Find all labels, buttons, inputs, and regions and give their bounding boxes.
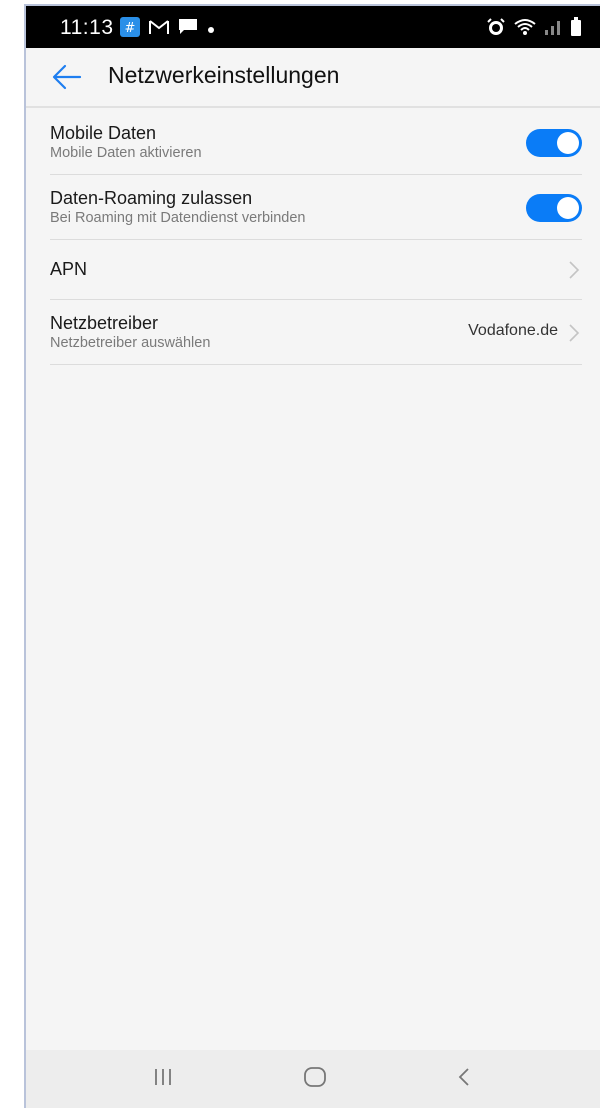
message-icon bbox=[178, 18, 198, 41]
navigation-bar bbox=[26, 1050, 600, 1108]
arrow-left-icon[interactable] bbox=[52, 64, 82, 90]
app-bar: Netzwerkeinstellungen bbox=[26, 48, 600, 108]
battery-icon bbox=[570, 17, 582, 42]
chevron-right-icon bbox=[568, 260, 580, 280]
data-roaming-toggle[interactable] bbox=[526, 194, 582, 222]
setting-network-operator[interactable]: Netzbetreiber Netzbetreiber auswählen Vo… bbox=[50, 300, 582, 365]
dot-icon bbox=[207, 21, 215, 39]
setting-label: Mobile Daten bbox=[50, 123, 157, 143]
hashtag-app-icon: # bbox=[120, 17, 140, 42]
setting-subtitle: Mobile Daten aktivieren bbox=[50, 145, 202, 161]
setting-apn[interactable]: APN bbox=[50, 240, 582, 300]
chevron-right-icon bbox=[568, 323, 580, 343]
mobile-data-toggle[interactable] bbox=[526, 129, 582, 157]
network-operator-value: Vodafone.de bbox=[468, 322, 558, 339]
toggle-knob bbox=[557, 132, 579, 154]
phone-screen: 11:13 # Netzwerkeinstellungen Mobile Dat… bbox=[24, 4, 600, 1108]
setting-label: Netzbetreiber bbox=[50, 313, 159, 333]
setting-mobile-data[interactable]: Mobile Daten Mobile Daten aktivieren bbox=[50, 110, 582, 175]
svg-text:#: # bbox=[125, 21, 136, 36]
status-bar: 11:13 # bbox=[26, 6, 600, 48]
setting-subtitle: Netzbetreiber auswählen bbox=[50, 335, 211, 351]
page-title: Netzwerkeinstellungen bbox=[108, 62, 340, 88]
toggle-knob bbox=[557, 197, 579, 219]
alarm-icon bbox=[486, 17, 506, 42]
setting-data-roaming[interactable]: Daten-Roaming zulassen Bei Roaming mit D… bbox=[50, 175, 582, 240]
signal-icon bbox=[544, 18, 562, 41]
home-icon[interactable] bbox=[303, 1066, 327, 1093]
setting-subtitle: Bei Roaming mit Datendienst verbinden bbox=[50, 210, 306, 226]
recents-icon[interactable] bbox=[153, 1066, 173, 1093]
back-icon[interactable] bbox=[456, 1066, 472, 1093]
wifi-icon bbox=[514, 18, 536, 41]
settings-list: Mobile Daten Mobile Daten aktivieren Dat… bbox=[50, 110, 582, 365]
setting-label: Daten-Roaming zulassen bbox=[50, 188, 253, 208]
status-time: 11:13 bbox=[60, 16, 114, 39]
gmail-icon bbox=[149, 19, 169, 40]
setting-label: APN bbox=[50, 259, 88, 279]
